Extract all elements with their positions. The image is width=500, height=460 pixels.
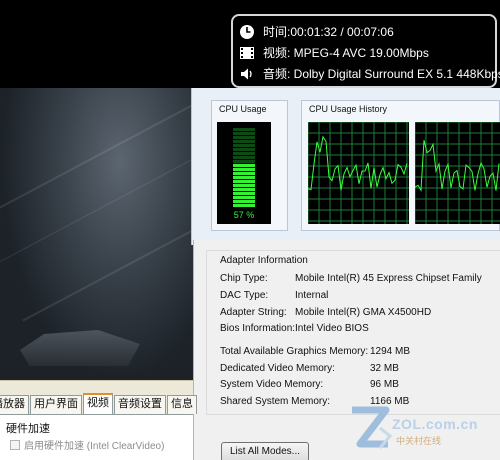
zol-logo-icon <box>352 406 392 449</box>
cpu-gauge-segment <box>233 156 255 159</box>
chip-type-label: Chip Type: <box>220 273 268 284</box>
cpu-usage-label: CPU Usage <box>219 104 267 114</box>
list-all-modes-button[interactable]: List All Modes... <box>221 442 309 460</box>
tab-video[interactable]: 视频 <box>83 393 113 414</box>
settings-tabs: 播放器 用户界面 视频 音频设置 信息 <box>0 393 198 414</box>
osd-time: 时间:00:01:32 / 00:07:06 <box>263 25 394 39</box>
cpu-gauge-segment <box>233 176 255 179</box>
cpu-gauge-segment <box>233 184 255 187</box>
hardware-accel-option[interactable]: 启用硬件加速 (Intel ClearVideo) <box>10 437 164 452</box>
hardware-accel-label: 启用硬件加速 (Intel ClearVideo) <box>24 441 165 452</box>
dedicated-memory-value: 32 MB <box>370 363 399 374</box>
media-info-osd: 时间:00:01:32 / 00:07:06 视频: MPEG-4 AVC 19… <box>231 14 500 88</box>
tab-ui[interactable]: 用户界面 <box>30 395 82 414</box>
shared-memory-label: Shared System Memory: <box>220 396 331 407</box>
cpu-gauge-segment <box>233 196 255 199</box>
cpu-history-label: CPU Usage History <box>309 104 388 114</box>
total-memory-value: 1294 MB <box>370 346 411 357</box>
hardware-accel-group: 硬件加速 <box>6 423 50 435</box>
watermark-text: ZOL.com.cn <box>392 416 478 432</box>
cpu-gauge-segment <box>233 160 255 163</box>
video-scene-vehicle <box>20 330 140 366</box>
film-icon <box>240 46 254 59</box>
cpu-history-line <box>308 135 408 191</box>
adapter-string-label: Adapter String: <box>220 307 287 318</box>
video-frame <box>0 88 200 380</box>
total-memory-label: Total Available Graphics Memory: <box>220 346 369 357</box>
cpu-gauge-segment <box>233 140 255 143</box>
system-memory-value: 96 MB <box>370 379 399 390</box>
bios-info-value: Intel Video BIOS <box>295 323 369 334</box>
cpu-gauge-segment <box>233 136 255 139</box>
chip-type-value: Mobile Intel(R) 45 Express Chipset Famil… <box>295 273 482 284</box>
tab-audio[interactable]: 音频设置 <box>114 395 166 414</box>
cpu-gauge-segment <box>233 152 255 155</box>
dedicated-memory-label: Dedicated Video Memory: <box>220 363 335 374</box>
system-memory-label: System Video Memory: <box>220 379 324 390</box>
watermark-subtext: 中关村在线 <box>396 436 442 446</box>
cpu-gauge-segment <box>233 188 255 191</box>
dac-type-label: DAC Type: <box>220 290 269 301</box>
hardware-accel-checkbox[interactable] <box>10 439 20 450</box>
cpu-gauge-segment <box>233 128 255 131</box>
bios-info-label: Bios Information: <box>220 323 296 334</box>
clock-icon <box>240 24 254 39</box>
tab-player[interactable]: 播放器 <box>0 395 29 414</box>
cpu-gauge-segment <box>233 200 255 203</box>
cpu-usage-gauge: 57 % <box>217 122 271 224</box>
zol-watermark: ZOL.com.cn 中关村在线 <box>346 400 498 456</box>
osd-video: 视频: MPEG-4 AVC 19.00Mbps <box>263 46 429 60</box>
cpu-history-line <box>415 139 500 192</box>
adapter-string-value: Mobile Intel(R) GMA X4500HD <box>295 307 432 318</box>
cpu-history-graph-1 <box>308 122 409 224</box>
tab-info[interactable]: 信息 <box>167 395 197 414</box>
adapter-information-title: Adapter Information <box>220 255 308 266</box>
speaker-icon <box>241 68 252 79</box>
dac-type-value: Internal <box>295 290 329 301</box>
cpu-gauge-segment <box>233 132 255 135</box>
cpu-gauge-segment <box>233 148 255 151</box>
cpu-gauge-segment <box>233 172 255 175</box>
cpu-percent: 57 % <box>233 210 255 220</box>
cpu-gauge-segment <box>233 192 255 195</box>
cpu-gauge-segment <box>233 204 255 207</box>
player-settings-dialog: 播放器 用户界面 视频 音频设置 信息 硬件加速 启用硬件加速 (Intel C… <box>0 380 197 460</box>
cpu-history-graph-2 <box>415 122 500 224</box>
cpu-gauge-segment <box>233 180 255 183</box>
cpu-gauge-segment <box>233 164 255 167</box>
osd-audio: 音频: Dolby Digital Surround EX 5.1 448Kbp… <box>263 67 500 81</box>
cpu-gauge-segment <box>233 144 255 147</box>
cpu-gauge-segment <box>233 168 255 171</box>
